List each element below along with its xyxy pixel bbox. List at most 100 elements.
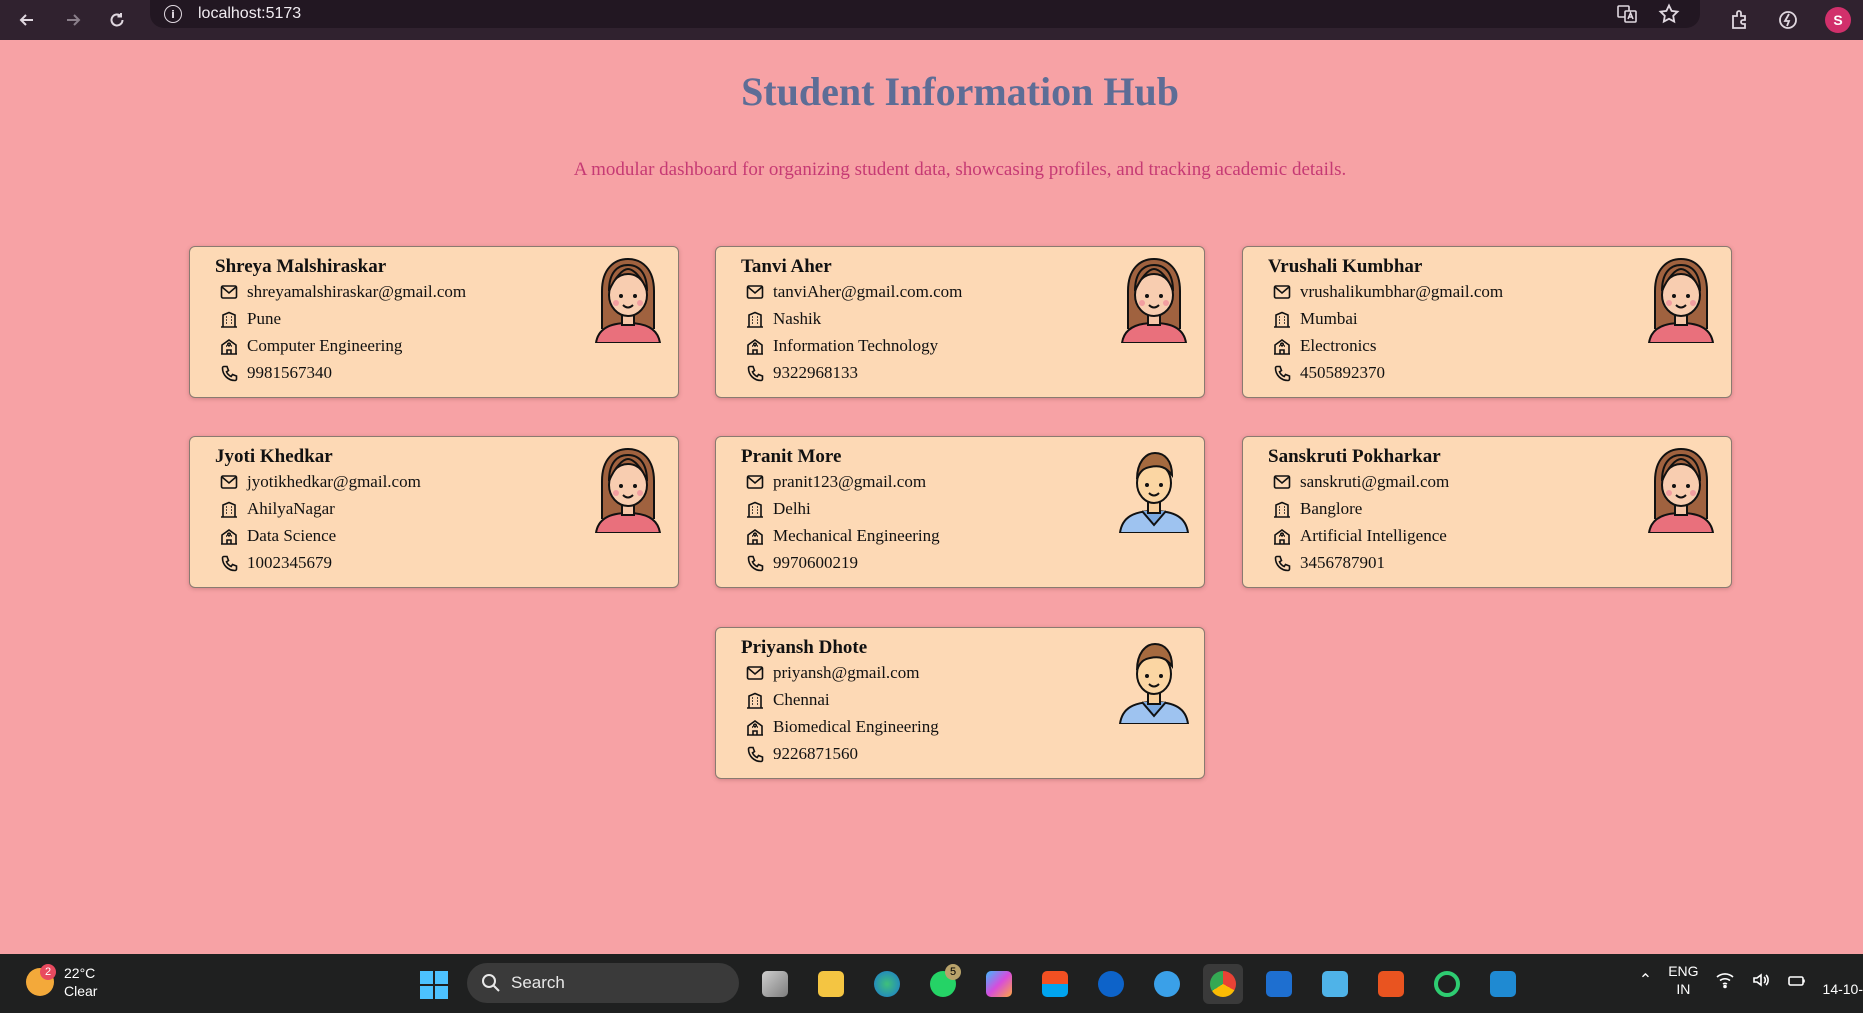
school-icon <box>747 338 763 355</box>
phone-row: 9970600219 <box>746 553 858 573</box>
school-icon <box>1274 338 1290 355</box>
student-name: Jyoti Khedkar <box>215 446 333 467</box>
email-row: vrushalikumbhar@gmail.com <box>1273 282 1503 302</box>
phone-icon <box>747 365 764 381</box>
student-email: tanviAher@gmail.com.com <box>773 282 963 301</box>
window-app-icon[interactable] <box>1259 964 1299 1004</box>
student-name: Vrushali Kumbhar <box>1268 256 1423 277</box>
branch-row: Electronics <box>1273 336 1376 356</box>
mail-icon <box>1273 285 1291 299</box>
notepad-icon[interactable] <box>1315 964 1355 1004</box>
whatsapp-icon[interactable]: 5 <box>923 964 963 1004</box>
student-email: pranit123@gmail.com <box>773 472 927 491</box>
extensions-icon[interactable] <box>1729 9 1751 31</box>
student-branch: Biomedical Engineering <box>773 717 939 736</box>
building-icon <box>221 501 237 518</box>
male-avatar-icon <box>1118 441 1190 534</box>
student-branch: Information Technology <box>773 336 939 355</box>
branch-row: Computer Engineering <box>220 336 402 356</box>
student-name: Shreya Malshiraskar <box>215 256 387 277</box>
mail-icon <box>220 285 238 299</box>
mail-icon <box>746 666 764 680</box>
windows-start-icon[interactable] <box>420 971 448 999</box>
city-row: Mumbai <box>1273 309 1358 329</box>
forward-button[interactable] <box>52 0 94 40</box>
branch-row: Artificial Intelligence <box>1273 526 1447 546</box>
bookmark-star-icon[interactable] <box>1658 3 1680 25</box>
ubuntu-icon[interactable] <box>1371 964 1411 1004</box>
branch-row: Data Science <box>220 526 336 546</box>
clock[interactable]: 14-10- <box>1823 962 1863 998</box>
weather-widget[interactable]: 2 22°C Clear <box>26 964 97 1000</box>
student-city: Mumbai <box>1300 309 1358 328</box>
translate-icon[interactable] <box>1616 3 1638 25</box>
student-city: AhilyaNagar <box>247 499 335 518</box>
student-phone: 9981567340 <box>247 363 332 382</box>
battery-icon[interactable] <box>1787 971 1807 989</box>
male-avatar-icon <box>1118 632 1190 725</box>
female-avatar-icon <box>1118 251 1190 344</box>
student-name: Tanvi Aher <box>741 256 832 277</box>
help-icon[interactable] <box>1147 964 1187 1004</box>
building-icon <box>1274 501 1290 518</box>
wifi-icon[interactable] <box>1715 971 1735 989</box>
student-email: sanskruti@gmail.com <box>1300 472 1450 491</box>
student-phone: 3456787901 <box>1300 553 1385 572</box>
student-card: Vrushali Kumbhar vrushalikumbhar@gmail.c… <box>1242 246 1732 398</box>
building-icon <box>747 692 763 709</box>
student-card: Shreya Malshiraskar shreyamalshiraskar@g… <box>189 246 679 398</box>
loading-app-icon[interactable] <box>1427 964 1467 1004</box>
student-city: Chennai <box>773 690 830 709</box>
female-avatar-icon <box>592 441 664 534</box>
performance-icon[interactable] <box>1777 9 1799 31</box>
hp-icon[interactable] <box>1091 964 1131 1004</box>
chevron-up-icon[interactable]: ⌃ <box>1639 970 1652 990</box>
student-card: Priyansh Dhote priyansh@gmail.com Chenna… <box>715 627 1205 779</box>
address-bar[interactable]: i localhost:5173 <box>150 0 1700 28</box>
branch-row: Mechanical Engineering <box>746 526 940 546</box>
task-view-icon[interactable] <box>755 964 795 1004</box>
female-avatar-icon <box>1645 441 1717 534</box>
copilot-icon[interactable] <box>979 964 1019 1004</box>
school-icon <box>221 338 237 355</box>
student-name: Pranit More <box>741 446 842 467</box>
language-indicator[interactable]: ENG IN <box>1668 962 1698 998</box>
volume-icon[interactable] <box>1751 971 1771 989</box>
student-email: jyotikhedkar@gmail.com <box>247 472 421 491</box>
chrome-icon[interactable] <box>1203 964 1243 1004</box>
email-row: priyansh@gmail.com <box>746 663 919 683</box>
back-button[interactable] <box>6 0 48 40</box>
mail-icon <box>220 475 238 489</box>
student-branch: Artificial Intelligence <box>1300 526 1447 545</box>
edge-icon[interactable] <box>867 964 907 1004</box>
student-card: Sanskruti Pokharkar sanskruti@gmail.com … <box>1242 436 1732 588</box>
student-card: Tanvi Aher tanviAher@gmail.com.com Nashi… <box>715 246 1205 398</box>
site-info-icon[interactable]: i <box>164 5 182 23</box>
school-icon <box>747 719 763 736</box>
profile-avatar[interactable]: S <box>1825 7 1851 33</box>
school-icon <box>747 528 763 545</box>
email-row: sanskruti@gmail.com <box>1273 472 1449 492</box>
weather-condition: Clear <box>64 983 98 999</box>
student-phone: 9970600219 <box>773 553 858 572</box>
system-tray: ⌃ ENG IN 14-10- <box>1639 962 1863 998</box>
phone-icon <box>1274 555 1291 571</box>
store-icon[interactable] <box>1035 964 1075 1004</box>
female-avatar-icon <box>592 251 664 344</box>
phone-icon <box>747 555 764 571</box>
phone-icon <box>747 746 764 762</box>
city-row: Banglore <box>1273 499 1362 519</box>
city-row: Delhi <box>746 499 811 519</box>
search-placeholder: Search <box>511 973 565 992</box>
weather-badge: 2 <box>40 964 56 980</box>
student-branch: Computer Engineering <box>247 336 403 355</box>
vscode-icon[interactable] <box>1483 964 1523 1004</box>
taskbar-search[interactable]: Search <box>467 963 739 1003</box>
file-explorer-icon[interactable] <box>811 964 851 1004</box>
reload-button[interactable] <box>96 0 138 40</box>
student-phone: 1002345679 <box>247 553 332 572</box>
mail-icon <box>1273 475 1291 489</box>
phone-row: 9226871560 <box>746 744 858 764</box>
city-row: AhilyaNagar <box>220 499 335 519</box>
url-text: localhost:5173 <box>198 5 302 22</box>
